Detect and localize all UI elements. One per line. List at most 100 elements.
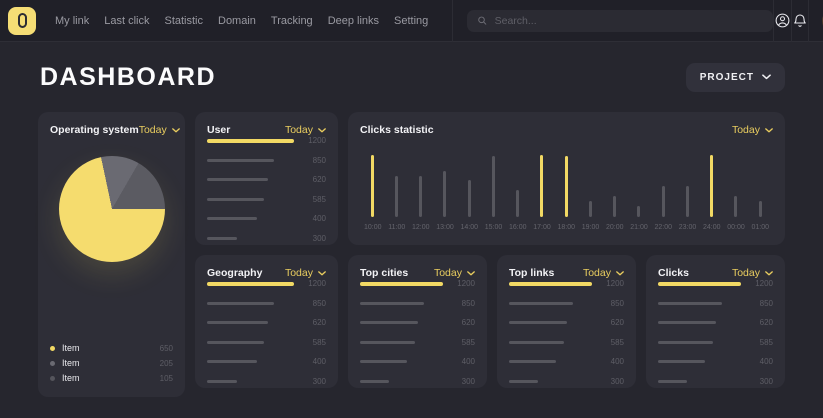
bar bbox=[658, 341, 713, 344]
chevron-down-icon bbox=[765, 271, 773, 276]
nav-link[interactable]: My link bbox=[55, 15, 89, 27]
bar-value: 620 bbox=[600, 318, 624, 327]
nav-link[interactable]: Domain bbox=[218, 15, 256, 27]
search-bar[interactable] bbox=[467, 10, 773, 32]
bar-track bbox=[468, 155, 471, 217]
bar-track bbox=[207, 341, 294, 344]
bar-list: 1200 850 bbox=[360, 279, 475, 386]
bar bbox=[360, 380, 389, 383]
bar-row: 585 bbox=[509, 338, 624, 347]
period-dropdown[interactable]: Today bbox=[139, 124, 180, 136]
bar-value: 1200 bbox=[302, 279, 326, 288]
bar-value: 850 bbox=[600, 299, 624, 308]
bar-value: 1200 bbox=[749, 279, 773, 288]
bar-row: 300 bbox=[658, 377, 773, 386]
bar bbox=[468, 180, 471, 217]
legend-dot bbox=[50, 376, 55, 381]
bar-value: 300 bbox=[749, 377, 773, 386]
chart-bar-column: 12:00 bbox=[412, 155, 430, 231]
bar-track bbox=[589, 155, 592, 217]
bar-track bbox=[371, 155, 374, 217]
os-legend: Item 650 Item 205 Item 105 bbox=[50, 343, 173, 383]
bar-track bbox=[509, 360, 592, 363]
period-dropdown[interactable]: Today bbox=[732, 124, 773, 136]
cards-row-1: User Today 1200 bbox=[195, 112, 785, 245]
bar-track bbox=[360, 341, 443, 344]
bar-value: 400 bbox=[302, 214, 326, 223]
time-label: 12:00 bbox=[412, 224, 430, 231]
bar-row: 620 bbox=[509, 318, 624, 327]
notifications-button[interactable] bbox=[792, 0, 808, 42]
time-label: 00:00 bbox=[727, 224, 745, 231]
nav-link[interactable]: Last click bbox=[104, 15, 149, 27]
nav-link[interactable]: Statistic bbox=[164, 15, 203, 27]
chart-bar-column: 24:00 bbox=[703, 155, 721, 231]
bar bbox=[207, 341, 264, 344]
period-dropdown[interactable]: Today bbox=[285, 124, 326, 136]
account-button[interactable] bbox=[774, 0, 791, 42]
bar-track bbox=[207, 237, 294, 240]
bar-track bbox=[509, 341, 592, 344]
search-input[interactable] bbox=[495, 15, 764, 27]
period-dropdown[interactable]: Today bbox=[434, 267, 475, 279]
bar bbox=[360, 282, 443, 286]
bar-track bbox=[658, 282, 741, 286]
bar-value: 1200 bbox=[451, 279, 475, 288]
bar-track bbox=[509, 282, 592, 286]
bar-track bbox=[360, 282, 443, 286]
bar bbox=[509, 282, 592, 286]
bar-value: 300 bbox=[302, 377, 326, 386]
period-label: Today bbox=[139, 124, 167, 136]
legend-label: Item bbox=[62, 343, 153, 353]
bar-track bbox=[207, 178, 294, 181]
bar-value: 585 bbox=[302, 338, 326, 347]
period-dropdown[interactable]: Today bbox=[732, 267, 773, 279]
chart-bar-column: 11:00 bbox=[388, 155, 405, 231]
card-title: Operating system bbox=[50, 124, 139, 136]
project-dropdown[interactable]: PROJECT bbox=[686, 63, 785, 92]
chart-bar-column: 15:00 bbox=[485, 155, 503, 231]
bar-row: 300 bbox=[207, 377, 326, 386]
bar-track bbox=[540, 155, 543, 217]
legend-dot bbox=[50, 346, 55, 351]
bar-row: 1200 bbox=[658, 279, 773, 288]
nav-link[interactable]: Tracking bbox=[271, 15, 313, 27]
bar-value: 300 bbox=[302, 234, 326, 243]
legend-label: Item bbox=[62, 358, 153, 368]
bar bbox=[759, 201, 762, 217]
chevron-down-icon bbox=[467, 271, 475, 276]
legend-label: Item bbox=[62, 373, 153, 383]
chart-bar-column: 10:00 bbox=[364, 155, 382, 231]
divider bbox=[452, 0, 453, 42]
card-user: User Today 1200 bbox=[195, 112, 338, 245]
time-label: 16:00 bbox=[509, 224, 527, 231]
period-dropdown[interactable]: Today bbox=[583, 267, 624, 279]
logo[interactable] bbox=[8, 7, 36, 35]
time-label: 17:00 bbox=[533, 224, 551, 231]
bar-track bbox=[207, 159, 294, 162]
nav-link[interactable]: Setting bbox=[394, 15, 428, 27]
chevron-down-icon bbox=[762, 74, 771, 80]
chart-bar-column: 20:00 bbox=[606, 155, 624, 231]
bar-value: 400 bbox=[302, 357, 326, 366]
bar bbox=[509, 360, 556, 363]
time-label: 19:00 bbox=[582, 224, 600, 231]
bar bbox=[207, 321, 268, 324]
bar-track bbox=[207, 139, 294, 143]
bar-row: 620 bbox=[207, 175, 326, 184]
bar-track bbox=[509, 321, 592, 324]
bar bbox=[207, 237, 237, 240]
bar-row: 585 bbox=[658, 338, 773, 347]
bar-row: 400 bbox=[207, 357, 326, 366]
period-label: Today bbox=[285, 267, 313, 279]
bar bbox=[443, 171, 446, 218]
bar-track bbox=[658, 360, 741, 363]
nav-link[interactable]: Deep links bbox=[328, 15, 379, 27]
bar bbox=[509, 380, 538, 383]
chart-bar-column: 00:00 bbox=[727, 155, 745, 231]
card-clicks-statistic: Clicks statistic Today 10: bbox=[348, 112, 785, 245]
period-dropdown[interactable]: Today bbox=[285, 267, 326, 279]
bar-track bbox=[360, 380, 443, 383]
chevron-down-icon bbox=[172, 128, 180, 133]
bar-track bbox=[419, 155, 422, 217]
